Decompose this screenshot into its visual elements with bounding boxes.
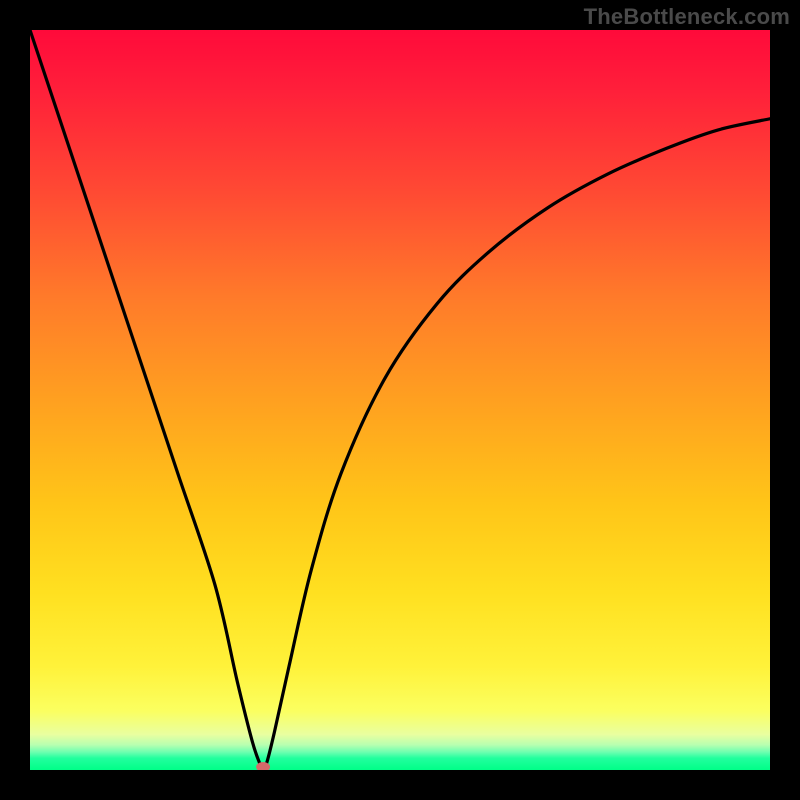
bottleneck-curve: [30, 30, 770, 770]
curve-svg: [30, 30, 770, 770]
chart-frame: TheBottleneck.com: [0, 0, 800, 800]
watermark-text: TheBottleneck.com: [584, 4, 790, 30]
plot-area: [30, 30, 770, 770]
